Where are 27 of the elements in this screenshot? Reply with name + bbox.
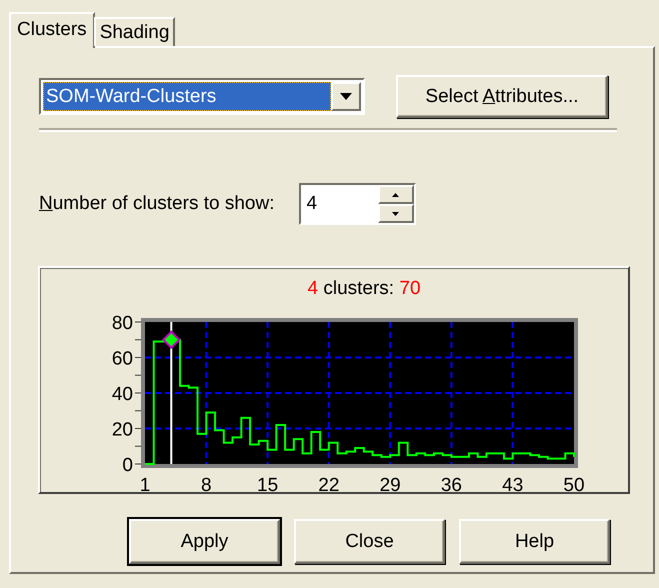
- cluster-dropdown[interactable]: SOM-Ward-Clusters: [39, 78, 365, 115]
- axis-label: 80: [112, 313, 133, 334]
- axis-label: 0: [122, 455, 133, 476]
- axis-label: 40: [112, 384, 133, 405]
- dialog-button[interactable]: Close: [294, 519, 445, 564]
- axis-label: 1: [140, 475, 150, 496]
- dialog-button[interactable]: Apply: [129, 519, 280, 564]
- axis-label: 15: [257, 475, 278, 496]
- dropdown-arrow-icon: [340, 93, 352, 100]
- axis-label: 8: [201, 475, 212, 496]
- axis-label: 22: [318, 475, 340, 496]
- cluster-count-spinner[interactable]: 4: [298, 183, 416, 225]
- axis-label: 20: [112, 420, 133, 440]
- axis-label: 29: [380, 475, 401, 496]
- cluster-count-label: Number of clusters to show:: [39, 193, 274, 215]
- up-arrow-icon: [392, 192, 399, 196]
- tab[interactable]: Shading: [94, 17, 176, 46]
- axis-label: 36: [440, 475, 462, 496]
- down-arrow-icon: [392, 212, 399, 216]
- point-marker: [162, 330, 181, 350]
- axis-label: 43: [502, 475, 524, 496]
- axis-label: 60: [112, 348, 133, 370]
- dialog-button[interactable]: Help: [459, 519, 610, 564]
- tab[interactable]: Clusters: [9, 12, 95, 48]
- select-attributes-button[interactable]: Select Attributes...: [396, 75, 608, 118]
- chart-readout: 4 clusters: 70: [307, 278, 421, 299]
- axis-label: 50: [563, 475, 585, 496]
